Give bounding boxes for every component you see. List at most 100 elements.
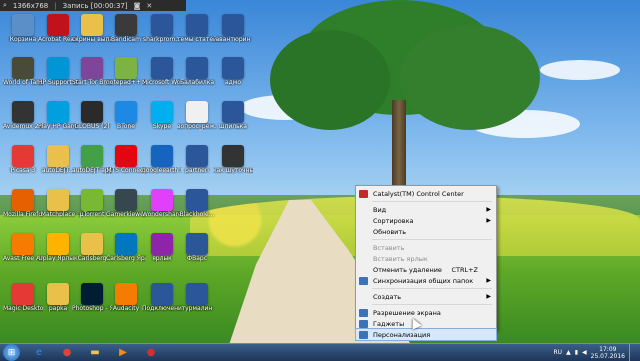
desktop-icon-label: Carlsberg Ярлык: [106, 255, 146, 262]
desktop-icon[interactable]: Wondershare Ярлык: [142, 189, 182, 218]
recycle-bin-icon: [12, 14, 34, 36]
recording-status: Запись [00:00:37]: [62, 1, 128, 10]
menu-item-label: Вставить: [373, 243, 405, 252]
bandicam-rec-icon[interactable]: ●: [140, 345, 162, 360]
menu-item[interactable]: Обновить: [356, 226, 496, 237]
desktop-icon-label: Magic Desktop: [3, 305, 43, 312]
desktop-icon[interactable]: вопрос_реж...: [177, 101, 217, 130]
internet-explorer-icon[interactable]: e: [28, 345, 50, 360]
menu-item-label: Синхронизация общих папок: [373, 276, 474, 285]
desktop-icon[interactable]: sharkprom...: [142, 14, 182, 43]
acrobat-icon: [47, 14, 69, 36]
close-icon[interactable]: ✕: [146, 2, 152, 10]
language-indicator[interactable]: RU: [554, 349, 563, 356]
autodesk-icon: [81, 145, 103, 167]
word-doc-icon: [151, 14, 173, 36]
start-button[interactable]: ⊞: [3, 344, 20, 361]
desktop-context-menu: Catalyst(TM) Control Center Вид ▶ Сортировк…: [355, 185, 497, 341]
folder-icon: [47, 145, 69, 167]
desktop-icon[interactable]: Корзина: [3, 14, 43, 43]
show-desktop-button[interactable]: [629, 344, 636, 361]
desktop-icon[interactable]: Avast Free Antivirus: [3, 233, 43, 262]
menu-item[interactable]: Вид ▶: [356, 204, 496, 215]
menu-item[interactable]: Отменить удаление CTRL+Z: [356, 264, 496, 275]
desktop-icon[interactable]: partneri: [177, 145, 217, 174]
desktop-icon[interactable]: Magic Desktop: [3, 283, 43, 312]
desktop-icon[interactable]: BTone: [106, 101, 146, 130]
audacity-icon: [115, 283, 137, 305]
tray-arrow-icon[interactable]: ▲: [566, 349, 571, 356]
desktop-icon[interactable]: ФВарс: [177, 233, 217, 262]
desktop-icon-label: как шуточные...: [213, 167, 253, 174]
menu-item-label: Разрешение экрана: [373, 308, 441, 317]
volume-icon[interactable]: ◀: [582, 349, 587, 356]
word-doc-icon: [186, 145, 208, 167]
avidemux-icon: [12, 101, 34, 123]
globus-icon: [81, 101, 103, 123]
clock-date: 25.07.2016: [590, 352, 625, 360]
windows-logo-icon: ⊞: [7, 347, 16, 358]
search-icon[interactable]: ⌕: [3, 1, 7, 10]
desktop-icon-label: Skype: [152, 123, 172, 130]
word-doc-icon: [222, 101, 244, 123]
desktop-icon[interactable]: авантюрин: [213, 14, 253, 43]
recording-toolbar[interactable]: ⌕ 1366x768 | Запись [00:00:37] ◙ ✕: [0, 0, 186, 11]
desktop-icon-label: турмалин: [181, 305, 213, 312]
gadgets-icon: [359, 319, 368, 328]
menu-item[interactable]: Catalyst(TM) Control Center: [356, 188, 496, 199]
desktop-icon[interactable]: Mozilla Firefox: [3, 189, 43, 218]
desktop-icon[interactable]: notepad++ Ярлык: [106, 57, 146, 86]
camera-icon[interactable]: ◙: [134, 2, 141, 10]
menu-item-label: Catalyst(TM) Control Center: [373, 189, 464, 198]
desktop-icon-label: темы статей: [177, 36, 217, 43]
desktop-icon[interactable]: Avidemux 2.6 - 64 bits: [3, 101, 43, 130]
desktop-icon[interactable]: турмалин: [177, 283, 217, 312]
desktop-icon[interactable]: как шуточные...: [213, 145, 253, 174]
desktop-icon[interactable]: googleearth Ярлык: [142, 145, 182, 174]
toolbar-divider: |: [54, 1, 57, 10]
desktop-icon[interactable]: адмо: [213, 57, 253, 86]
desktop-icon[interactable]: World of Tanks: [3, 57, 43, 86]
media-player-icon[interactable]: ▶: [112, 345, 134, 360]
network-icon[interactable]: ▮: [575, 349, 578, 356]
menu-item[interactable]: Гаджеты: [356, 318, 496, 329]
clock-time: 17:09: [599, 345, 617, 353]
desktop-icon[interactable]: Балабилка: [177, 57, 217, 86]
desktop-icon-label: Picasa 3: [10, 167, 36, 174]
menu-item[interactable]: Персонализация: [355, 328, 497, 341]
word-doc-icon: [186, 283, 208, 305]
desktop-icon[interactable]: Carlsberg Ярлык: [106, 233, 146, 262]
menu-item[interactable]: Создать ▶: [356, 291, 496, 302]
menu-item-label: Отменить удаление: [373, 265, 442, 274]
desktop-icon[interactable]: Picasa 3: [3, 145, 43, 174]
btone-icon: [115, 101, 137, 123]
avast-icon: [12, 233, 34, 255]
display-icon: [359, 308, 368, 317]
menu-item[interactable]: Сортировка ▶: [356, 215, 496, 226]
word-doc-icon: [186, 57, 208, 79]
menu-item[interactable]: Синхронизация общих папок ▶: [356, 275, 496, 286]
desktop-icon[interactable]: Blackhole...: [177, 189, 217, 218]
desktop-icon[interactable]: Подключение к сети: [142, 283, 182, 312]
clock[interactable]: 17:09 25.07.2016: [591, 346, 625, 360]
desktop-icon[interactable]: Skype: [142, 101, 182, 130]
desktop-icon[interactable]: Audacity: [106, 283, 146, 312]
desktop-icon[interactable]: Gamerkiewer: [106, 189, 146, 218]
desktop-icon[interactable]: темы статей: [177, 14, 217, 43]
personalize-icon: [359, 330, 368, 339]
folder-icon: [47, 283, 69, 305]
desktop-icon-label: partneri: [185, 167, 209, 174]
desktop-icon[interactable]: Bandicam: [106, 14, 146, 43]
desktop-icon[interactable]: MTS Connect: [106, 145, 146, 174]
desktop-icon[interactable]: Microsoft Word 2010: [142, 57, 182, 86]
menu-item-label: Гаджеты: [373, 319, 405, 328]
uplay-icon: [47, 233, 69, 255]
desktop-icon[interactable]: ярлык: [142, 233, 182, 262]
magic-desktop-icon: [12, 283, 34, 305]
mts-icon: [115, 145, 137, 167]
menu-item-label: Персонализация: [373, 330, 431, 339]
chrome-icon[interactable]: ●: [56, 345, 78, 360]
menu-item[interactable]: Разрешение экрана: [356, 307, 496, 318]
desktop-icon[interactable]: шпилька: [213, 101, 253, 130]
explorer-folder-icon[interactable]: ▬: [84, 345, 106, 360]
